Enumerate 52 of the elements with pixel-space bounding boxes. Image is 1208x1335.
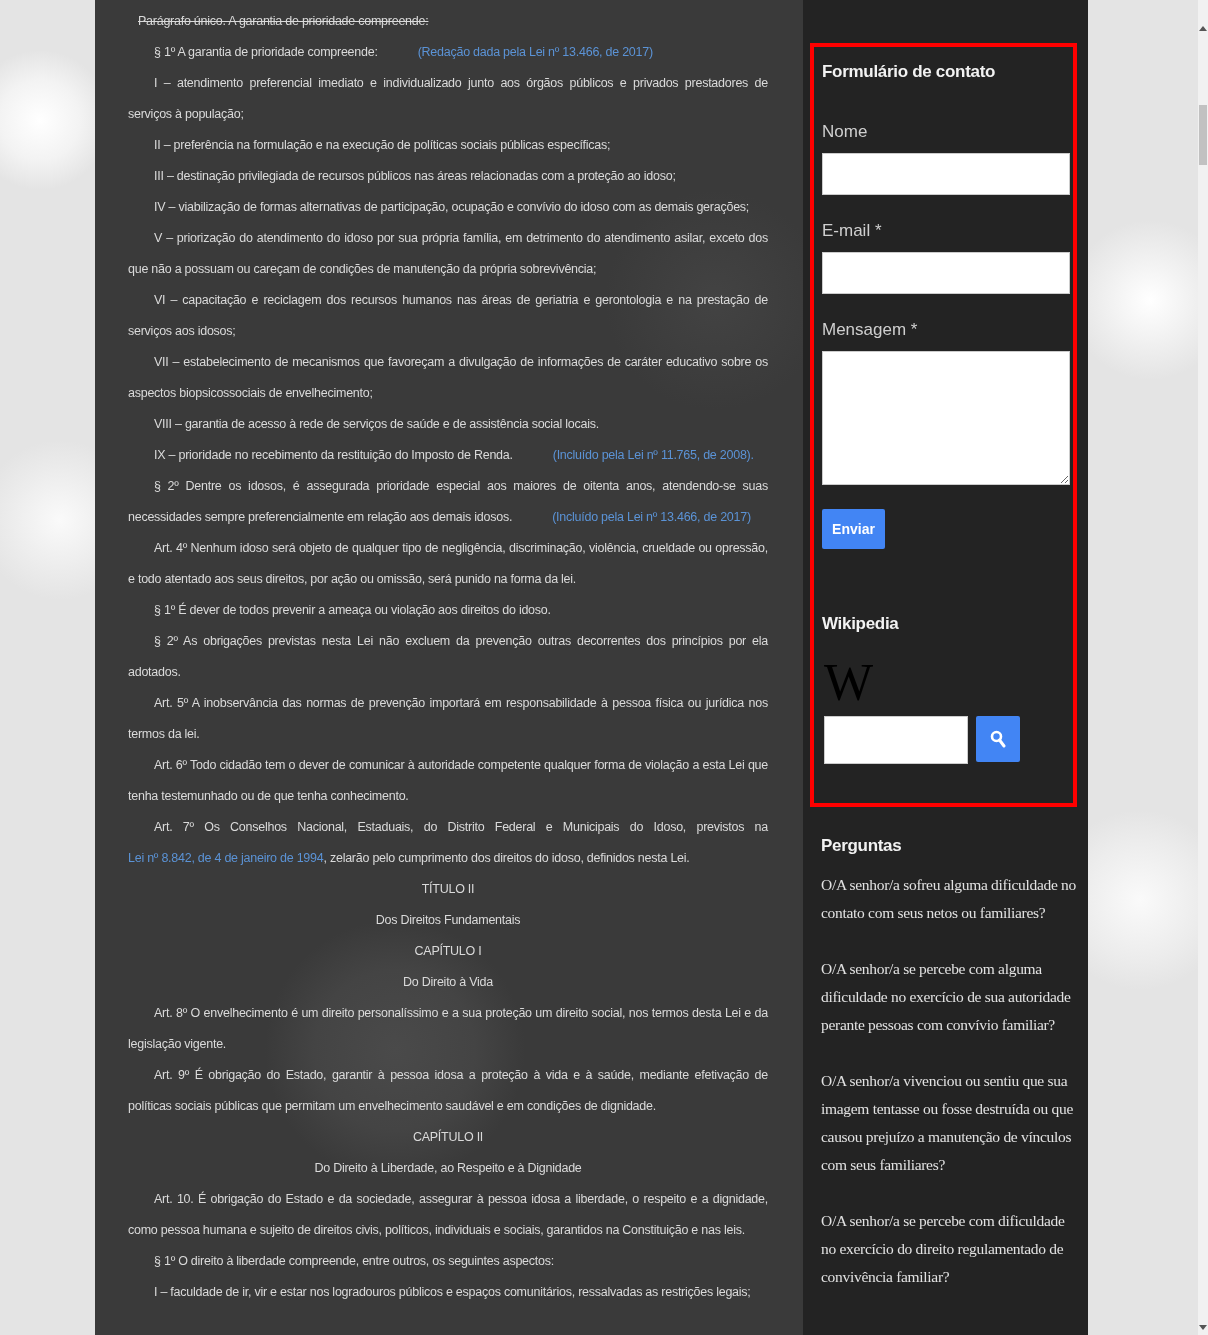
widget-title: Wikipedia <box>822 613 900 635</box>
law-link[interactable]: (Incluído pela Lei nº 13.466, de 2017) <box>552 510 751 524</box>
paragraph: Art. 6º Todo cidadão tem o dever de comunicar à autoridade competente qualquer forma de violação a esta Lei que tenha testemunhado ou de que tenha conhecimento. <box>128 757 768 805</box>
search-field[interactable] <box>824 716 968 764</box>
law-link[interactable]: (Incluído pela Lei nº 11.765, de 2008). <box>552 448 754 462</box>
paragraph: § 1º A garantia de prioridade compreende: (Redação dada pela Lei nº 13.466, de 2017) <box>153 44 654 61</box>
section-heading: Dos Direitos Fundamentais <box>374 912 522 929</box>
paragraph: VII – estabelecimento de mecanismos que favoreçam a divulgação de informações de caráter educativo sobre os aspectos biopsicossociais de envelhecimento; <box>128 354 768 402</box>
widget-title: Perguntas <box>821 835 903 857</box>
section-heading: CAPÍTULO I <box>413 942 483 960</box>
paragraph: IX – prioridade no recebimento da restituição do Imposto de Renda. (Incluído pela Lei nº 11.765, de 2008). <box>153 447 755 464</box>
law-link[interactable]: (Redação dada pela Lei nº 13.466, de 2017) <box>417 45 653 59</box>
field-label: Nome <box>822 121 869 143</box>
paragraph: § 2º Dentre os idosos, é assegurada prioridade especial aos maiores de oitenta anos, atendendo-se suas necessidades sempre preferencialmente em relação aos demais idosos. (Incluído pela Lei nº 13.466, de 2017) <box>128 478 768 526</box>
section-heading: TÍTULO II <box>420 880 476 898</box>
field-label: Mensagem * <box>822 319 919 341</box>
paragraph: Art. 5º A inobservância das normas de prevenção importará em responsabilidade à pessoa física ou jurídica nos termos da lei. <box>128 695 768 743</box>
paragraph: VIII – garantia de acesso à rede de serviços de saúde e de assistência social locais. <box>153 416 600 433</box>
field-label: E-mail * <box>822 220 883 242</box>
message-field[interactable] <box>822 351 1070 485</box>
send-button[interactable]: Enviar <box>822 509 885 549</box>
paragraph: Art. 10. É obrigação do Estado e da sociedade, assegurar à pessoa idosa a liberdade, o respeito e a dignidade, como pessoa humana e sujeito de direitos civis, políticos, individuais e sociais, garantidos na Constituição e nas leis. <box>128 1190 768 1239</box>
section-heading: CAPÍTULO II <box>411 1128 485 1146</box>
paragraph: IV – viabilização de formas alternativas de participação, ocupação e convívio do idoso com as demais gerações; <box>153 199 751 216</box>
input-field[interactable] <box>822 153 1070 195</box>
scroll-up-arrow-icon[interactable] <box>1199 25 1207 31</box>
section-heading: Do Direito à Vida <box>402 974 494 991</box>
paragraph: III – destinação privilegiada de recursos públicos nas áreas relacionadas com a proteção ao idoso; <box>153 168 677 185</box>
paragraph: VI – capacitação e reciclagem dos recursos humanos nas áreas de geriatria e gerontologia e na prestação de serviços aos idosos; <box>128 292 768 340</box>
widget-title: Formulário de contato <box>822 61 997 83</box>
scroll-down-arrow-icon[interactable] <box>1199 1325 1207 1331</box>
input-field[interactable] <box>822 252 1070 294</box>
search-icon <box>990 730 1006 748</box>
paragraph: V – priorização do atendimento do idoso por sua própria família, em detrimento do atendimento asilar, exceto dos que não a possuam ou careçam de condições de manutenção da própria sobrevivência; <box>128 230 768 278</box>
question-text: O/A senhor/a se percebe com alguma dificuldade no exercício de sua autoridade perante pessoas com convívio familiar? <box>821 959 1072 1035</box>
paragraph: Art. 8º O envelhecimento é um direito personalíssimo e a sua proteção um direito social, nos termos desta Lei e da legislação vigente. <box>128 1005 768 1053</box>
scrollbar-thumb[interactable] <box>1199 105 1207 165</box>
paragraph: Art. 9º É obrigação do Estado, garantir à pessoa idosa a proteção à vida e à saúde, mediante efetivação de políticas sociais públicas que permitam um envelhecimento saudável e em condições de dignidade. <box>128 1066 768 1115</box>
question-text: O/A senhor/a se percebe com dificuldade no exercício do direito regulamentado de convivência familiar? <box>821 1211 1066 1287</box>
paragraph: § 1º O direito à liberdade compreende, entre outros, os seguintes aspectos: <box>153 1253 555 1270</box>
section-heading: Do Direito à Liberdade, ao Respeito e à Dignidade <box>313 1160 583 1177</box>
paragraph: § 1º É dever de todos prevenir a ameaça ou violação aos direitos do idoso. <box>153 601 552 619</box>
paragraph: II – preferência na formulação e na execução de políticas sociais públicas específicas; <box>153 137 612 154</box>
search-button[interactable] <box>976 716 1020 762</box>
paragraph: § 2º As obrigações previstas nesta Lei não excluem da prevenção outras decorrentes dos princípios por ela adotados. <box>128 633 768 681</box>
paragraph: Art. 4º Nenhum idoso será objeto de qualquer tipo de negligência, discriminação, violência, crueldade ou opressão, e todo atentado aos seus direitos, por ação ou omissão, será punido na forma da lei. <box>128 540 768 588</box>
question-text: O/A senhor/a sofreu alguma dificuldade no contato com seus netos ou familiares? <box>821 875 1076 923</box>
paragraph: Parágrafo único. A garantia de prioridade compreende: <box>137 13 430 30</box>
paragraph: I – atendimento preferencial imediato e individualizado junto aos órgãos públicos e privados prestadores de serviços à população; <box>128 75 768 123</box>
question-text: O/A senhor/a vivenciou ou sentiu que sua imagem tentasse ou fosse destruída ou que causou prejuízo a manutenção de vínculos com seus familiares? <box>821 1071 1074 1175</box>
paragraph: Art. 7º Os Conselhos Nacional, Estaduais, do Distrito Federal e Municipais do Idoso, previstos na Lei nº 8.842, de 4 de janeiro de 1994, zelarão pelo cumprimento dos direitos do idoso, definidos nesta Lei. <box>128 819 768 867</box>
paragraph: I – faculdade de ir, vir e estar nos logradouros públicos e espaços comunitários, ressalvadas as restrições legais; <box>153 1284 752 1301</box>
